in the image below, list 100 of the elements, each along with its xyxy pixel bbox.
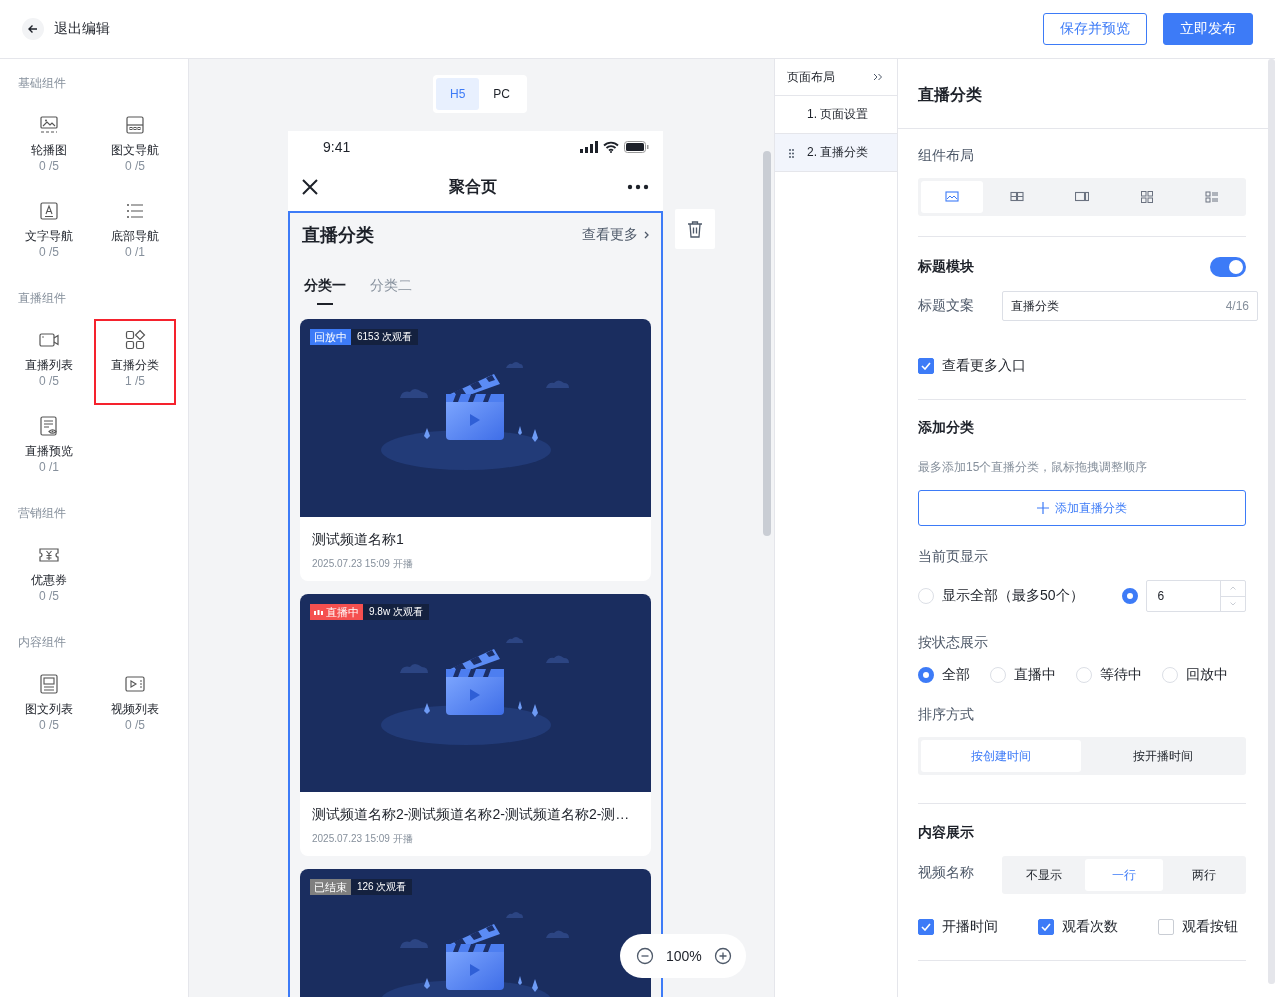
- battery-icon: [624, 141, 649, 153]
- component-item[interactable]: 直播预览 0 /1: [8, 405, 90, 491]
- component-item[interactable]: 图文列表 0 /5: [8, 663, 90, 749]
- group-title: 内容组件: [18, 634, 66, 651]
- list-layout-icon: [1205, 191, 1219, 203]
- video-list-icon: [124, 673, 146, 695]
- view-count: 126 次观看: [351, 879, 413, 895]
- field-label: 标题文案: [918, 297, 974, 315]
- view-count: 6153 次观看: [351, 329, 419, 345]
- add-category-button[interactable]: 添加直播分类: [918, 490, 1246, 526]
- zoom-in-button[interactable]: [713, 947, 732, 965]
- status-label: 回放中: [314, 330, 347, 345]
- delete-button[interactable]: [675, 209, 715, 249]
- component-count: 0 /5: [125, 158, 145, 174]
- component-label: 优惠券: [31, 572, 67, 588]
- live-card[interactable]: 已结束 126 次观看: [300, 869, 651, 997]
- component-label: 图文列表: [25, 701, 73, 717]
- save-preview-button[interactable]: 保存并预览: [1043, 13, 1147, 45]
- view-more-link[interactable]: 查看更多: [582, 226, 649, 244]
- zoom-out-button[interactable]: [636, 947, 654, 965]
- checkbox[interactable]: [1158, 919, 1174, 935]
- drag-handle-icon: [789, 149, 794, 158]
- component-item[interactable]: 视频列表 0 /5: [94, 663, 176, 749]
- component-item[interactable]: 直播列表 0 /5: [8, 319, 90, 405]
- checkbox[interactable]: [1038, 919, 1054, 935]
- panel-heading: 直播分类: [918, 86, 982, 103]
- checkbox-label: 观看按钮: [1182, 918, 1238, 936]
- radio-label: 回放中: [1186, 666, 1228, 684]
- double-chevron-icon: [873, 73, 883, 81]
- component-item[interactable]: 直播分类 1 /5: [94, 319, 176, 405]
- field-label: 排序方式: [918, 706, 974, 724]
- group-title: 营销组件: [18, 505, 66, 522]
- live-card[interactable]: 回放中 6153 次观看 测试频道名称1 2025.07.23 15:09 开播: [300, 319, 651, 581]
- radio-button[interactable]: [918, 667, 934, 683]
- checkbox-label: 查看更多入口: [942, 357, 1026, 375]
- chevron-up-icon: [1229, 586, 1236, 591]
- sort-option[interactable]: 按开播时间: [1083, 740, 1243, 772]
- component-item[interactable]: 文字导航 0 /5: [8, 190, 90, 276]
- section-heading: 标题模块: [918, 258, 974, 276]
- device-tab[interactable]: PC: [479, 78, 524, 110]
- status-label: 已结束: [314, 880, 347, 895]
- component-label: 底部导航: [111, 228, 159, 244]
- field-label: 当前页显示: [918, 548, 988, 566]
- name-lines-option[interactable]: 一行: [1085, 859, 1163, 891]
- status-time: 9:41: [323, 139, 351, 155]
- category-grid-icon: [124, 329, 146, 351]
- check-icon: [921, 362, 931, 370]
- section-heading: 内容展示: [918, 824, 974, 842]
- publish-button[interactable]: 立即发布: [1163, 13, 1253, 45]
- radio-button[interactable]: [1121, 588, 1138, 604]
- image-icon: [945, 191, 959, 203]
- component-count: 0 /5: [39, 373, 59, 389]
- sort-option[interactable]: 按创建时间: [921, 740, 1081, 772]
- component-count: 0 /5: [39, 244, 59, 260]
- exit-edit-link[interactable]: 退出编辑: [54, 20, 110, 38]
- group-title: 基础组件: [18, 75, 66, 92]
- component-label: 视频列表: [111, 701, 159, 717]
- number-input[interactable]: 6: [1145, 580, 1246, 612]
- component-item[interactable]: 优惠券 0 /5: [8, 534, 90, 620]
- component-label: 轮播图: [31, 142, 67, 158]
- checkbox-label: 开播时间: [942, 918, 998, 936]
- wifi-icon: [603, 141, 619, 153]
- component-label: 直播列表: [25, 357, 73, 373]
- component-count: 0 /5: [125, 717, 145, 733]
- close-icon: [302, 179, 318, 195]
- toggle-switch[interactable]: [1210, 257, 1246, 277]
- check-icon: [1041, 923, 1051, 931]
- component-count: 0 /1: [125, 244, 145, 260]
- radio-label: 直播中: [1014, 666, 1056, 684]
- start-time: 2025.07.23 15:09 开播: [312, 832, 414, 846]
- name-lines-option[interactable]: 两行: [1165, 859, 1243, 891]
- signal-icon: [580, 141, 598, 153]
- article-icon: [38, 673, 60, 695]
- nav-panel-icon: [124, 114, 146, 136]
- channel-name: 测试频道名称2-测试频道名称2-测试频道名称2-测…: [312, 805, 631, 824]
- component-item[interactable]: 轮播图 0 /5: [8, 104, 90, 190]
- live-card[interactable]: 直播中 9.8w 次观看 测试频道名称2-测试频道名称2-测试频道名称2-测… 2025.07.23 15:09 开播: [300, 594, 651, 856]
- side-panel-icon: [1075, 191, 1089, 203]
- checkbox-label: 观看次数: [1062, 918, 1118, 936]
- layer-item[interactable]: 2. 直播分类: [775, 134, 897, 172]
- radio-label: 等待中: [1100, 666, 1142, 684]
- field-label: 按状态展示: [918, 634, 988, 652]
- character-counter: 4/16: [1225, 299, 1249, 313]
- panel-title: 页面布局: [787, 68, 835, 86]
- component-count: 1 /5: [125, 373, 145, 389]
- live-bars-icon: [314, 609, 323, 615]
- layout-option[interactable]: [921, 181, 983, 213]
- minus-circle-icon: [636, 947, 654, 965]
- radio-label: 显示全部（最多50个）: [942, 587, 1084, 605]
- checkbox[interactable]: [918, 358, 934, 374]
- component-item[interactable]: 图文导航 0 /5: [94, 104, 176, 190]
- letter-box-icon: [38, 200, 60, 222]
- component-count: 0 /5: [39, 588, 59, 604]
- category-tab[interactable]: 分类一: [304, 277, 346, 305]
- field-label: 视频名称: [918, 864, 974, 882]
- checkbox[interactable]: [918, 919, 934, 935]
- title-input-field[interactable]: 直播分类 4/16: [1002, 291, 1258, 321]
- name-lines-option[interactable]: 不显示: [1005, 859, 1083, 891]
- component-item[interactable]: 底部导航 0 /1: [94, 190, 176, 276]
- component-label: 直播分类: [111, 357, 159, 373]
